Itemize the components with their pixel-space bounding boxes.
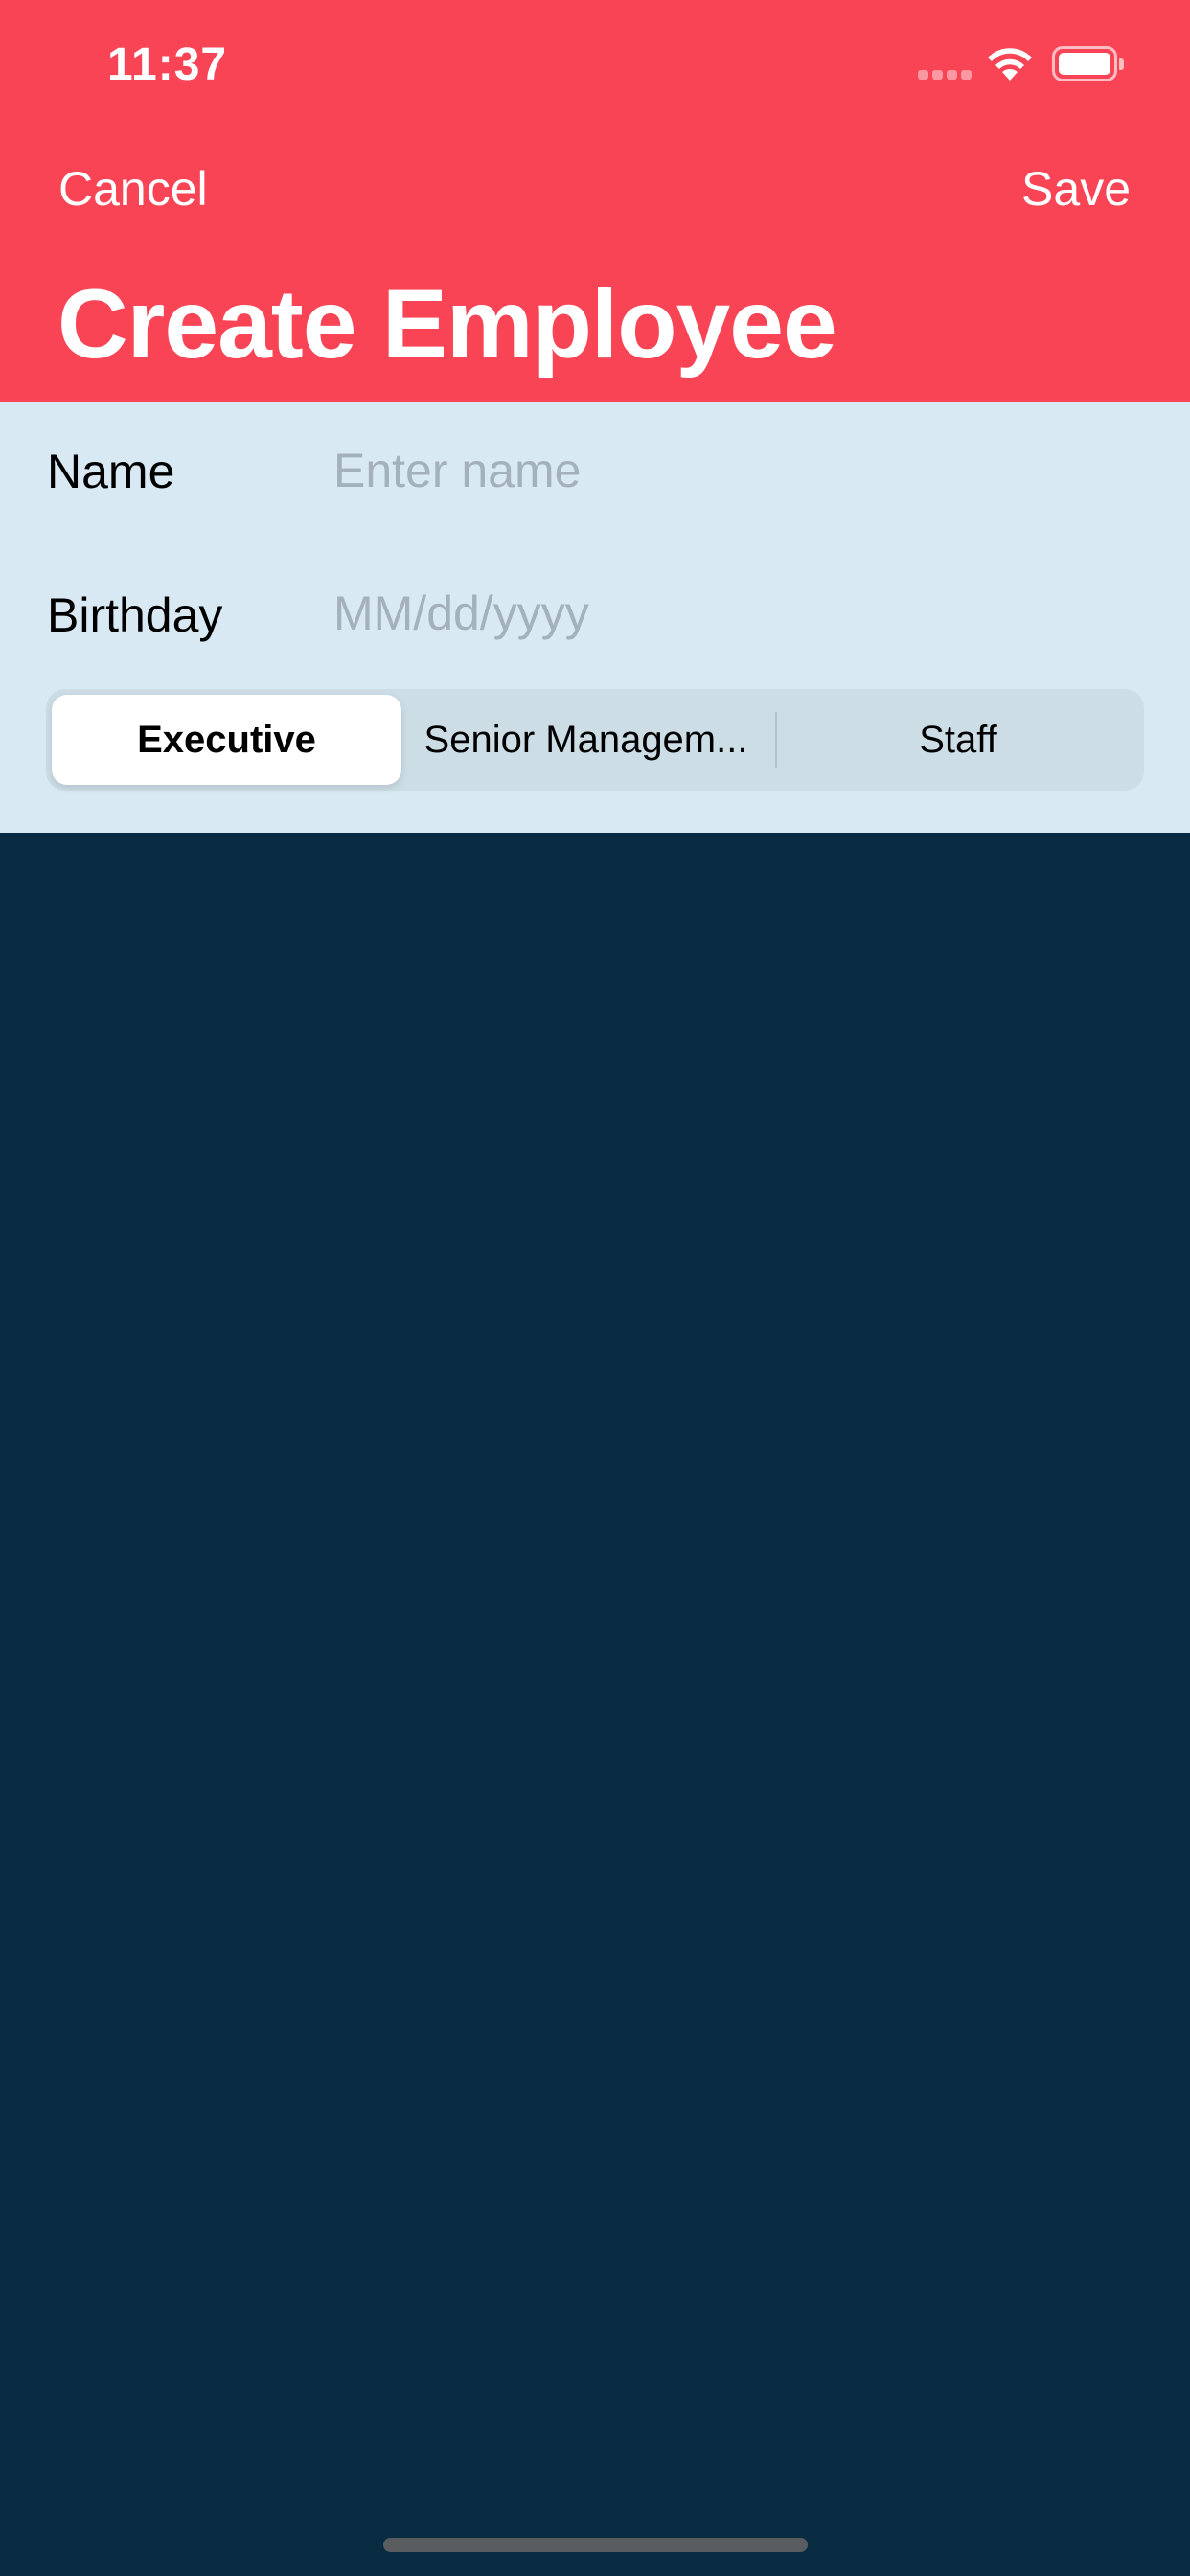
page-title: Create Employee <box>57 269 837 379</box>
cancel-button[interactable]: Cancel <box>58 161 208 217</box>
save-button[interactable]: Save <box>1021 161 1131 217</box>
cellular-signal-icon <box>918 70 972 80</box>
segment-executive[interactable]: Executive <box>52 695 401 785</box>
segment-staff[interactable]: Staff <box>778 695 1138 785</box>
employee-form: Name Birthday Executive Senior Managem..… <box>0 402 1190 833</box>
employee-type-segmented-control: Executive Senior Managem... Staff <box>46 689 1144 791</box>
birthday-label: Birthday <box>47 588 223 642</box>
status-time: 11:37 <box>107 39 228 90</box>
battery-icon <box>1052 46 1124 81</box>
name-label: Name <box>47 445 175 498</box>
wifi-icon <box>988 48 1032 80</box>
navigation-header: 11:37 Cancel Save Create Employee <box>0 0 1190 402</box>
segment-divider <box>775 712 777 768</box>
home-indicator[interactable] <box>383 2538 808 2552</box>
birthday-input[interactable] <box>333 580 1138 647</box>
name-input[interactable] <box>333 437 1138 504</box>
segment-senior-management[interactable]: Senior Managem... <box>401 695 770 785</box>
